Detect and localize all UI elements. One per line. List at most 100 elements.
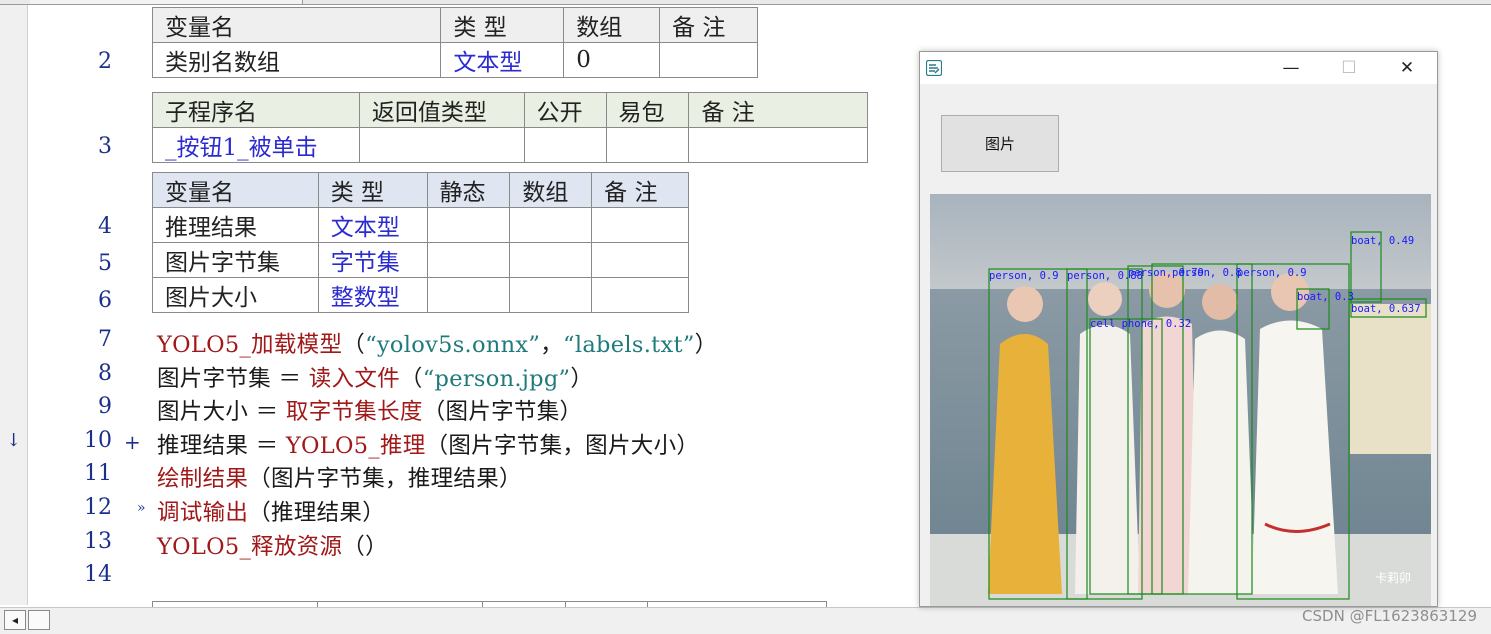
assign-target: 图片字节集 ＝	[157, 366, 309, 392]
line-number: 11	[84, 461, 112, 486]
cell-remark[interactable]	[659, 42, 758, 78]
paren-open: （	[399, 366, 423, 392]
col-easy-pkg: 易包	[605, 92, 690, 128]
detection-label-8: boat, 0.637	[1351, 303, 1421, 315]
line-number: 3	[98, 134, 112, 159]
scroll-thumb[interactable]	[28, 610, 50, 630]
call-args: （推理结果）	[248, 500, 386, 526]
paren-close: ）	[570, 366, 594, 392]
cell-return-type[interactable]	[358, 127, 525, 163]
code-line-8[interactable]: 图片字节集 ＝ 读入文件（“person.jpg”）	[157, 361, 593, 393]
line-number: 13	[84, 529, 112, 554]
col-remark: 备 注	[688, 92, 868, 128]
cell-static[interactable]	[426, 242, 511, 278]
fn-infer: YOLO5_推理	[285, 433, 426, 459]
detection-label-0: person, 0.9	[989, 270, 1059, 282]
call-args: （）	[342, 534, 388, 560]
call-args: （图片字节集，推理结果）	[248, 466, 522, 492]
cell-type[interactable]: 整数型	[317, 277, 428, 313]
detection-label-6: boat, 0.49	[1351, 235, 1414, 247]
photo-watermark: 卡莉卯	[1375, 571, 1411, 585]
cell-remark[interactable]	[688, 127, 868, 163]
cell-type[interactable]: 文本型	[440, 42, 565, 78]
cell-static[interactable]	[426, 277, 511, 313]
minimize-button[interactable]: —	[1262, 52, 1320, 84]
boat-right	[1350, 304, 1431, 454]
col-public: 公开	[523, 92, 607, 128]
arg-separator: ，	[540, 332, 564, 358]
cell-type[interactable]: 文本型	[317, 207, 428, 243]
code-line-13[interactable]: YOLO5_释放资源（）	[157, 529, 388, 561]
code-line-12[interactable]: 调试输出（推理结果）	[157, 495, 385, 527]
cell-array[interactable]	[509, 277, 593, 313]
line-number: 5	[98, 251, 112, 276]
cell-var-name[interactable]: 类别名数组	[151, 42, 442, 78]
breakpoint-marker-icon[interactable]: »	[137, 500, 146, 516]
code-line-10[interactable]: 推理结果 ＝ YOLO5_推理（图片字节集，图片大小）	[157, 428, 699, 460]
fn-read-file: 读入文件	[308, 366, 400, 392]
picture-button[interactable]: 图片	[941, 115, 1059, 172]
code-line-7[interactable]: YOLO5_加载模型（“yolov5s.onnx”，“labels.txt”）	[157, 327, 717, 359]
col-var-name: 变量名	[152, 172, 319, 208]
call-args: （图片字节集）	[422, 399, 583, 425]
line-number: 10	[84, 428, 112, 453]
subroutine-table: 子程序名 返回值类型 公开 易包 备 注 _按钮1_被单击	[152, 92, 868, 163]
call-args: （图片字节集，图片大小）	[425, 433, 700, 459]
string-labels: “labels.txt”	[563, 332, 695, 358]
maximize-button[interactable]: ☐	[1320, 52, 1378, 84]
cell-var-name[interactable]: 图片大小	[152, 277, 319, 313]
paren-open: （	[342, 332, 366, 358]
col-remark: 备 注	[659, 7, 758, 43]
horizontal-scrollbar[interactable]: ◂	[0, 607, 1491, 634]
line-number: 14	[84, 562, 112, 587]
cell-var-name[interactable]: 推理结果	[152, 207, 319, 243]
cell-public[interactable]	[523, 127, 607, 163]
code-line-9[interactable]: 图片大小 ＝ 取字节集长度（图片字节集）	[157, 394, 582, 426]
cell-type[interactable]: 字节集	[317, 242, 428, 278]
cell-var-name[interactable]: 图片字节集	[152, 242, 319, 278]
line-number: 6	[98, 288, 112, 313]
scroll-left-icon[interactable]: ◂	[4, 610, 26, 630]
current-line-arrow-icon[interactable]: ↓	[6, 430, 21, 451]
col-sub-name: 子程序名	[152, 92, 360, 128]
fn-release: YOLO5_释放资源	[157, 534, 343, 560]
cell-remark[interactable]	[591, 207, 689, 243]
cell-remark[interactable]	[591, 242, 689, 278]
detection-label-4: person, 0.9	[1237, 267, 1307, 279]
expand-plus-icon[interactable]: +	[124, 430, 141, 454]
window-titlebar[interactable]: — ☐ ✕	[920, 52, 1437, 84]
close-button[interactable]: ✕	[1378, 52, 1436, 84]
fn-get-length: 取字节集长度	[285, 399, 423, 425]
editor-tab[interactable]	[30, 0, 303, 4]
app-icon	[926, 60, 942, 76]
cell-easy-pkg[interactable]	[605, 127, 690, 163]
top-tab-strip	[0, 0, 1491, 5]
col-var-name: 变量名	[151, 7, 442, 43]
string-model: “yolov5s.onnx”	[365, 332, 541, 358]
col-return-type: 返回值类型	[358, 92, 525, 128]
assign-target: 推理结果 ＝	[157, 433, 286, 459]
cell-remark[interactable]	[591, 277, 689, 313]
col-remark: 备 注	[591, 172, 689, 208]
assign-target: 图片大小 ＝	[157, 399, 286, 425]
line-number: 4	[98, 214, 112, 239]
result-window: — ☐ ✕ 图片 person, 0.9 person, 0.88 person…	[919, 51, 1438, 607]
code-line-11[interactable]: 绘制结果（图片字节集，推理结果）	[157, 461, 522, 493]
editor-gutter	[0, 5, 28, 605]
line-number: 12	[84, 495, 112, 520]
col-array: 数组	[563, 7, 661, 43]
cell-array[interactable]: 0	[563, 42, 661, 78]
cell-static[interactable]	[426, 207, 511, 243]
cell-sub-name[interactable]: _按钮1_被单击	[152, 127, 360, 163]
csdn-watermark: CSDN @FL1623863129	[1302, 607, 1477, 625]
detection-label-7: boat, 0.3	[1297, 291, 1354, 303]
detection-label-3: person, 0.8	[1172, 267, 1242, 279]
detection-label-5: cell phone, 0.32	[1090, 318, 1191, 330]
col-type: 类 型	[317, 172, 428, 208]
cell-array[interactable]	[509, 207, 593, 243]
line-number: 8	[98, 361, 112, 386]
cell-array[interactable]	[509, 242, 593, 278]
detection-result-image: person, 0.9 person, 0.88 person, 0.79 pe…	[930, 194, 1431, 606]
fn-load-model: YOLO5_加载模型	[157, 332, 343, 358]
string-image-file: “person.jpg”	[422, 366, 571, 392]
